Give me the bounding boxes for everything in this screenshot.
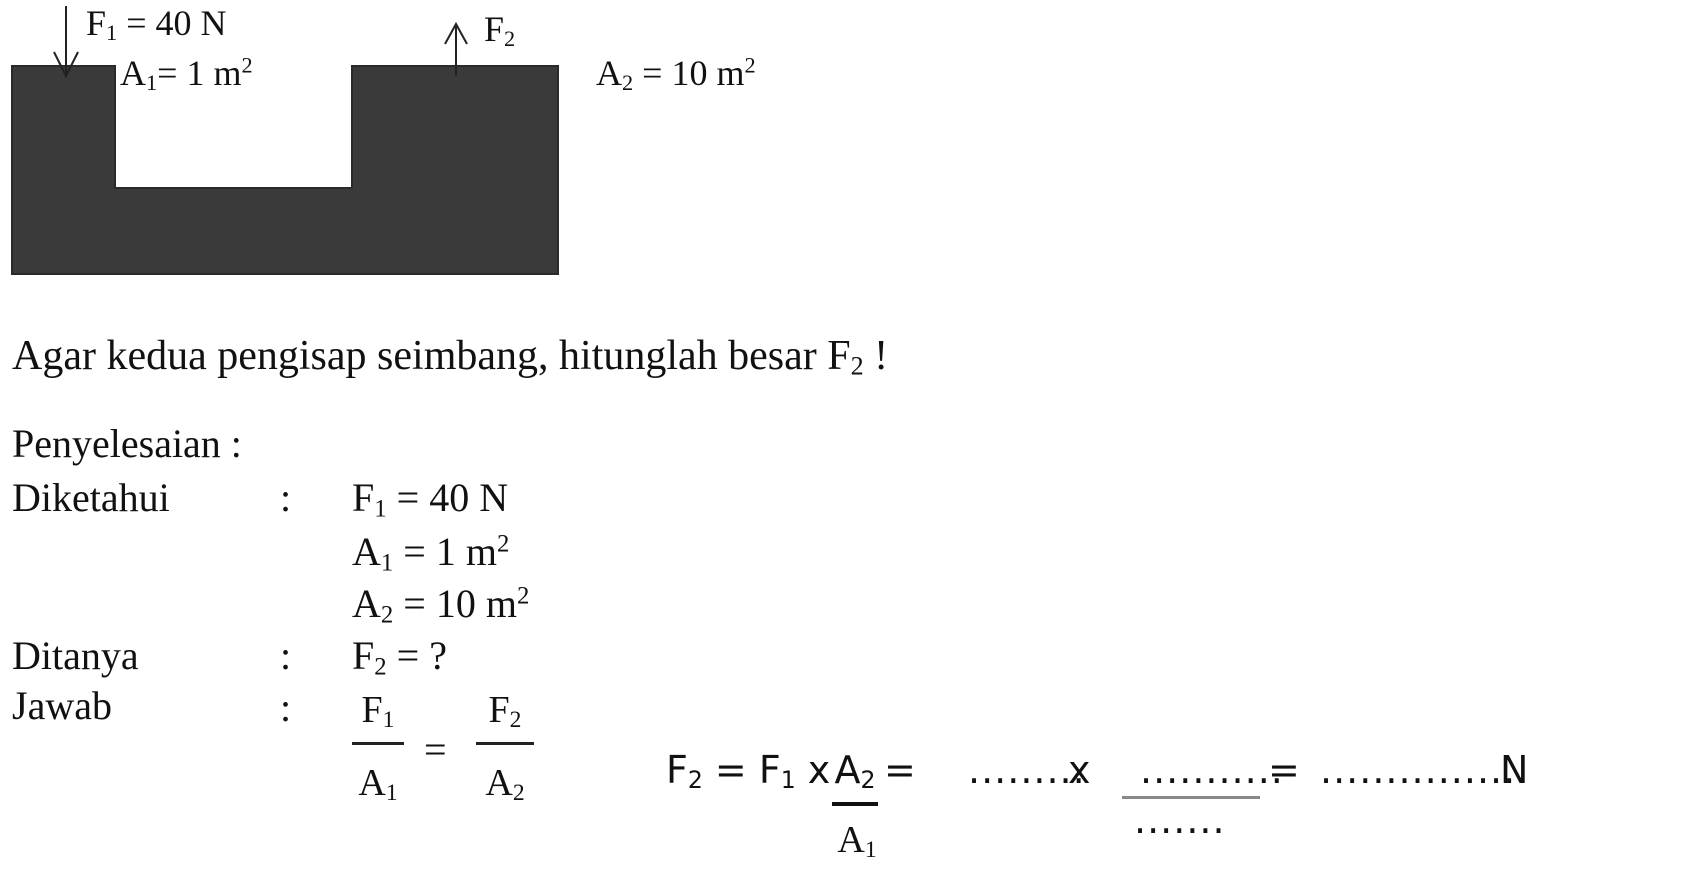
formula-lhs-symbol: F [666, 748, 688, 792]
fraction-bar [476, 742, 534, 745]
a1-value: = 1 m [157, 53, 242, 93]
formula-lhs: F2 = F1 x [666, 748, 830, 792]
blank-result: ............... [1320, 748, 1517, 792]
ratio-left-numerator: F1 [352, 688, 404, 732]
ratio-right-num-sub: 2 [509, 707, 522, 734]
known-a1-value: = 1 m [393, 529, 497, 574]
asked-f2: F2 = ? [352, 632, 447, 679]
hydraulic-vessel-diagram [11, 6, 559, 275]
diagram-f1-label: F1 = 40 N [86, 2, 227, 44]
ratio-right-numerator: F2 [476, 688, 534, 732]
a1-symbol: A [120, 53, 146, 93]
formula-den-sub: 1 [864, 837, 877, 864]
answer-label: Jawab [12, 683, 112, 728]
formula-times2: x [1068, 748, 1091, 792]
formula-num-symbol: A [834, 748, 861, 792]
formula-fraction-numerator: A2 [826, 748, 884, 792]
known-label: Diketahui [12, 475, 170, 520]
known-f1-sub: 1 [374, 495, 387, 523]
known-f1-symbol: F [352, 475, 375, 520]
known-a1-sup: 2 [496, 530, 510, 558]
ratio-left-denominator: A1 [352, 761, 404, 805]
a2-symbol: A [596, 53, 622, 93]
formula-f1-symbol: F [758, 748, 781, 792]
ratio-right-denominator: A2 [476, 761, 534, 805]
known-a2-sub: 2 [380, 601, 394, 629]
fluid-shape [11, 65, 559, 275]
asked-f2-symbol: F [352, 633, 375, 678]
question-end: ! [863, 333, 889, 379]
a2-value: = 10 m [633, 53, 745, 93]
known-a1: A1 = 1 m2 [352, 528, 509, 575]
asked-label: Ditanya [12, 633, 139, 678]
known-f1-value: = 40 N [386, 475, 509, 520]
formula-lhs-sub: 2 [687, 766, 703, 795]
asked-colon: : [280, 633, 292, 678]
fraction-bar [352, 742, 404, 745]
question-subscript: 2 [850, 351, 864, 381]
formula-eq2: = [884, 748, 916, 792]
ratio-right-den-symbol: A [485, 762, 513, 804]
f1-subscript: 1 [106, 19, 118, 45]
formula-den-symbol: A [837, 819, 865, 861]
known-a1-symbol: A [352, 529, 381, 574]
known-a2-value: = 10 m [393, 581, 517, 626]
blank-numerator: ........... [1140, 748, 1284, 792]
ratio-right-num-symbol: F [488, 689, 510, 731]
formula-eq3: = [1268, 748, 1300, 792]
formula-fraction-denominator: A1 [828, 818, 886, 862]
known-f1: F1 = 40 N [352, 474, 508, 521]
formula-eq1: = [702, 748, 759, 792]
a1-subscript: 1 [146, 69, 158, 95]
ratio-left-num-sub: 1 [382, 707, 395, 734]
ratio-right-fraction: F2 A2 [476, 688, 534, 805]
question-body: Agar kedua pengisap seimbang, hitunglah … [12, 333, 851, 379]
a2-subscript: 2 [622, 69, 634, 95]
blank-denominator: ....... [1134, 798, 1226, 842]
ratio-right-den-sub: 2 [512, 780, 525, 807]
ratio-left-num-symbol: F [361, 689, 383, 731]
known-a2: A2 = 10 m2 [352, 580, 529, 627]
asked-f2-sub: 2 [374, 653, 387, 681]
ratio-left-fraction: F1 A1 [352, 688, 404, 805]
formula-num-sub: 2 [860, 766, 876, 795]
question-text: Agar kedua pengisap seimbang, hitunglah … [12, 332, 888, 380]
f2-subscript: 2 [504, 25, 516, 51]
result-unit: N [1500, 748, 1529, 792]
f2-symbol: F [484, 9, 505, 49]
diagram-a1-label: A1= 1 m2 [120, 52, 253, 94]
formula-f1-sub: 1 [780, 766, 796, 795]
ratio-left-den-symbol: A [358, 762, 386, 804]
known-a2-sup: 2 [516, 582, 530, 610]
ratio-equals: = [424, 727, 447, 772]
solution-heading: Penyelesaian : [12, 421, 242, 466]
known-a2-symbol: A [352, 581, 381, 626]
diagram-f2-label: F2 [484, 8, 515, 50]
f1-value: = 40 N [117, 3, 227, 43]
answer-colon: : [280, 685, 292, 730]
f1-symbol: F [86, 3, 107, 43]
ratio-left-den-sub: 1 [385, 780, 398, 807]
diagram-a2-label: A2 = 10 m2 [596, 52, 756, 94]
known-colon: : [280, 475, 292, 520]
asked-f2-value: = ? [386, 633, 447, 678]
known-a1-sub: 1 [380, 549, 394, 577]
a2-superscript: 2 [744, 52, 756, 78]
formula-fraction-bar [832, 802, 878, 806]
a1-superscript: 2 [241, 52, 253, 78]
